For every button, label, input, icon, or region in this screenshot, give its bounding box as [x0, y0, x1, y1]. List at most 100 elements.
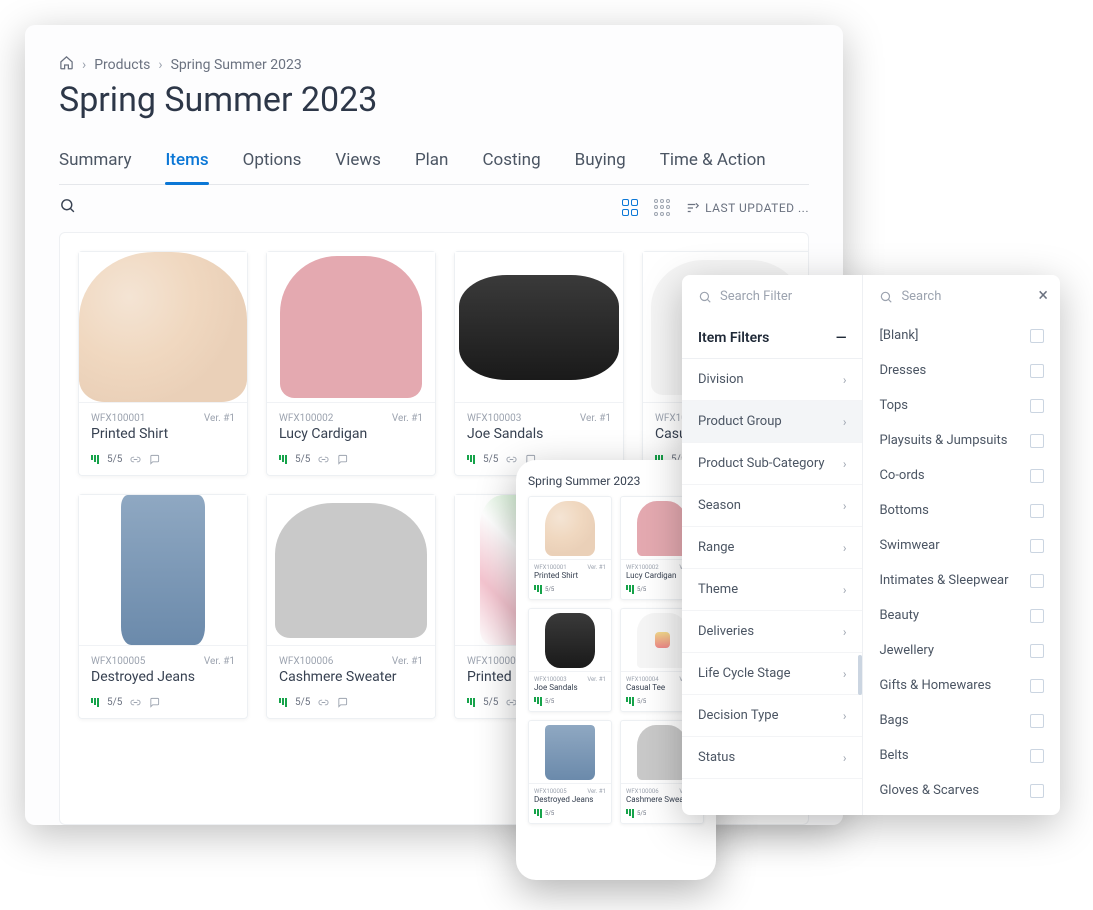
checkbox[interactable]	[1030, 679, 1044, 693]
search-icon[interactable]	[59, 199, 76, 218]
close-icon[interactable]: ×	[1038, 285, 1048, 306]
tab-items[interactable]: Items	[165, 150, 208, 184]
filter-search-placeholder: Search Filter	[720, 289, 792, 304]
checkbox[interactable]	[1030, 714, 1044, 728]
filter-values-search[interactable]: Search	[863, 275, 1060, 318]
home-icon[interactable]	[59, 55, 74, 74]
filter-header[interactable]: Item Filters —	[682, 318, 862, 359]
filter-group-row[interactable]: Product Sub-Category›	[682, 443, 862, 485]
checkbox[interactable]	[1030, 574, 1044, 588]
progress-bars-icon	[467, 698, 475, 707]
filter-group-row[interactable]: Product Group›	[682, 401, 862, 443]
mobile-product-card[interactable]: WFX100003Ver. #1 Joe Sandals 5/5	[528, 608, 612, 712]
chevron-right-icon: ›	[843, 499, 847, 513]
filter-option-row[interactable]: Gifts & Homewares	[863, 668, 1060, 703]
breadcrumb-current[interactable]: Spring Summer 2023	[171, 57, 302, 73]
filter-option-row[interactable]: Bags	[863, 703, 1060, 738]
mobile-meta: WFX100001Ver. #1 Printed Shirt	[529, 559, 611, 582]
product-meta: WFX100006 Ver. #1 Cashmere Sweater	[267, 645, 435, 691]
mobile-product-card[interactable]: WFX100005Ver. #1 Destroyed Jeans 5/5	[528, 720, 612, 824]
progress-bars-icon	[91, 698, 99, 707]
sort-label: LAST UPDATED ...	[705, 201, 809, 215]
filter-header-label: Item Filters	[698, 330, 769, 346]
checkbox[interactable]	[1030, 539, 1044, 553]
filter-group-row[interactable]: Status›	[682, 737, 862, 779]
filter-option-row[interactable]: Jewellery	[863, 633, 1060, 668]
filter-group-row[interactable]: Theme›	[682, 569, 862, 611]
filter-option-row[interactable]: Beauty	[863, 598, 1060, 633]
grid-3x3-icon[interactable]	[654, 199, 672, 217]
chevron-right-icon: ›	[843, 625, 847, 639]
breadcrumb-products[interactable]: Products	[94, 57, 150, 73]
filter-option-row[interactable]: Belts	[863, 738, 1060, 773]
filter-group-list: Division›Product Group›Product Sub-Categ…	[682, 359, 862, 815]
filter-option-label: Gifts & Homewares	[879, 678, 991, 693]
filter-group-label: Season	[698, 498, 741, 513]
mobile-meta: WFX100003Ver. #1 Joe Sandals	[529, 671, 611, 694]
tab-options[interactable]: Options	[243, 150, 302, 184]
card-count: 5/5	[483, 454, 498, 465]
tab-buying[interactable]: Buying	[575, 150, 626, 184]
checkbox[interactable]	[1030, 434, 1044, 448]
product-sku: WFX100006	[279, 656, 333, 667]
checkbox[interactable]	[1030, 784, 1044, 798]
product-thumbnail	[455, 252, 623, 402]
checkbox[interactable]	[1030, 469, 1044, 483]
filter-group-row[interactable]: Range›	[682, 527, 862, 569]
filter-group-row[interactable]: Deliveries›	[682, 611, 862, 653]
tab-costing[interactable]: Costing	[482, 150, 540, 184]
card-status-icons: 5/5	[267, 691, 435, 718]
grid-2x2-icon[interactable]	[622, 199, 640, 217]
filter-option-row[interactable]: Gloves & Scarves	[863, 773, 1060, 808]
filter-option-row[interactable]: Co-ords	[863, 458, 1060, 493]
checkbox[interactable]	[1030, 644, 1044, 658]
checkbox[interactable]	[1030, 749, 1044, 763]
filter-option-row[interactable]: Swimwear	[863, 528, 1060, 563]
checkbox[interactable]	[1030, 504, 1044, 518]
mobile-name: Joe Sandals	[534, 683, 606, 692]
product-version: Ver. #1	[204, 413, 235, 424]
product-thumbnail	[267, 252, 435, 402]
filter-option-label: Co-ords	[879, 468, 924, 483]
product-card[interactable]: WFX100001 Ver. #1 Printed Shirt 5/5	[78, 251, 248, 476]
chevron-right-icon: ›	[843, 541, 847, 555]
tab-plan[interactable]: Plan	[415, 150, 449, 184]
filter-option-row[interactable]: [Blank]	[863, 318, 1060, 353]
filter-option-row[interactable]: Tops	[863, 388, 1060, 423]
comment-icon	[337, 454, 348, 465]
product-card[interactable]: WFX100005 Ver. #1 Destroyed Jeans 5/5	[78, 494, 248, 719]
checkbox[interactable]	[1030, 399, 1044, 413]
chevron-right-icon: ›	[843, 709, 847, 723]
filter-option-label: [Blank]	[879, 328, 918, 343]
product-card[interactable]: WFX100003 Ver. #1 Joe Sandals 5/5	[454, 251, 624, 476]
filter-option-row[interactable]: Intimates & Sleepwear	[863, 563, 1060, 598]
filter-group-row[interactable]: Life Cycle Stage›	[682, 653, 862, 695]
mobile-product-card[interactable]: WFX100001Ver. #1 Printed Shirt 5/5	[528, 496, 612, 600]
progress-bars-icon	[467, 455, 475, 464]
scrollbar-thumb[interactable]	[858, 655, 862, 695]
checkbox[interactable]	[1030, 609, 1044, 623]
filter-option-label: Bags	[879, 713, 908, 728]
product-name: Destroyed Jeans	[91, 669, 235, 685]
product-thumbnail	[79, 252, 247, 402]
filter-group-row[interactable]: Division›	[682, 359, 862, 401]
tab-summary[interactable]: Summary	[59, 150, 131, 184]
product-card[interactable]: WFX100002 Ver. #1 Lucy Cardigan 5/5	[266, 251, 436, 476]
chevron-right-icon: ›	[843, 751, 847, 765]
filter-search[interactable]: Search Filter	[682, 275, 862, 318]
checkbox[interactable]	[1030, 364, 1044, 378]
tab-time-action[interactable]: Time & Action	[660, 150, 766, 184]
filter-group-row[interactable]: Season ›	[682, 485, 862, 527]
filter-option-label: Dresses	[879, 363, 926, 378]
filter-values-search-placeholder: Search	[901, 289, 941, 304]
filter-option-row[interactable]: Playsuits & Jumpsuits	[863, 423, 1060, 458]
filter-option-label: Jewellery	[879, 643, 934, 658]
filter-group-row[interactable]: Decision Type›	[682, 695, 862, 737]
filter-option-row[interactable]: Bottoms	[863, 493, 1060, 528]
filter-option-row[interactable]: Dresses	[863, 353, 1060, 388]
tab-views[interactable]: Views	[335, 150, 381, 184]
chevron-right-icon: ›	[843, 415, 847, 429]
sort-dropdown[interactable]: LAST UPDATED ...	[686, 201, 809, 215]
product-card[interactable]: WFX100006 Ver. #1 Cashmere Sweater 5/5	[266, 494, 436, 719]
checkbox[interactable]	[1030, 329, 1044, 343]
